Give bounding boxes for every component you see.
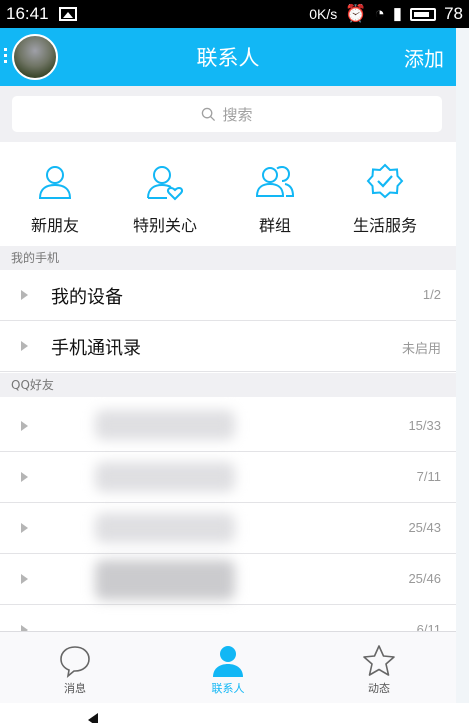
image-notification-icon <box>58 7 77 21</box>
quick-label: 群组 <box>258 216 291 235</box>
back-icon[interactable] <box>88 713 98 723</box>
tab-contacts[interactable]: 联系人 <box>153 632 303 704</box>
side-scroll-area <box>456 28 469 703</box>
battery-level: 78 <box>444 4 463 23</box>
signal-icon: ▮ <box>392 4 403 23</box>
page-title: 联系人 <box>196 46 260 70</box>
quick-actions: 新朋友 特别关心 群组 生活服务 <box>0 142 456 246</box>
quick-life-service[interactable]: 生活服务 <box>330 142 440 246</box>
expand-arrow-icon <box>21 341 28 351</box>
add-button[interactable]: 添加 <box>404 43 444 72</box>
quick-new-friend[interactable]: 新朋友 <box>0 142 110 246</box>
quick-label: 新朋友 <box>30 216 79 235</box>
system-nav-bar <box>0 703 469 723</box>
quick-special-care[interactable]: 特别关心 <box>110 142 220 246</box>
status-time: 16:41 <box>6 4 49 23</box>
search-input[interactable]: 搜索 <box>12 96 442 132</box>
app-header: 联系人 添加 <box>0 28 456 86</box>
redacted-name <box>95 513 235 543</box>
quick-label: 特别关心 <box>132 216 197 235</box>
status-bar: 16:41 0K/s ⏰ ◔ ▮ 78 <box>0 0 469 28</box>
expand-arrow-icon <box>21 574 28 584</box>
group-count: 7/11 <box>416 469 441 484</box>
star-icon <box>363 645 395 676</box>
battery-icon <box>410 7 437 21</box>
expand-arrow-icon <box>21 472 28 482</box>
quick-label: 生活服务 <box>352 216 417 235</box>
redacted-name <box>95 410 235 440</box>
search-icon <box>202 107 216 121</box>
group-name: 手机通讯录 <box>51 338 141 359</box>
contacts-icon <box>213 646 243 677</box>
tab-messages[interactable]: 消息 <box>0 632 150 704</box>
wifi-icon: ◔ <box>374 4 385 23</box>
message-icon <box>60 646 90 678</box>
section-header-qq-friends: QQ好友 <box>0 373 456 397</box>
status-indicators: 0K/s ⏰ ◔ ▮ 78 <box>309 4 463 24</box>
network-speed: 0K/s <box>309 6 338 22</box>
search-area: 搜索 <box>0 86 456 142</box>
tab-label: 消息 <box>64 682 86 695</box>
group-count: 1/2 <box>422 287 441 302</box>
alarm-icon: ⏰ <box>345 4 367 23</box>
bottom-tab-bar: 消息 联系人 动态 <box>0 631 456 703</box>
group-count: 25/43 <box>408 520 441 535</box>
life-service-icon <box>366 163 404 199</box>
drawer-indicator-icon <box>4 48 7 64</box>
group-row-phone-contacts[interactable]: 手机通讯录 未启用 <box>0 321 456 372</box>
tab-feeds[interactable]: 动态 <box>304 632 454 704</box>
section-header-my-phone: 我的手机 <box>0 246 456 270</box>
group-count: 15/33 <box>408 418 441 433</box>
avatar[interactable] <box>12 34 58 80</box>
redacted-name <box>95 560 235 600</box>
tab-label: 动态 <box>368 682 390 695</box>
group-row-my-devices[interactable]: 我的设备 1/2 <box>0 270 456 321</box>
group-icon <box>255 165 295 197</box>
group-count: 未启用 <box>401 341 441 356</box>
quick-group[interactable]: 群组 <box>220 142 330 246</box>
expand-arrow-icon <box>21 523 28 533</box>
group-count: 25/46 <box>408 571 441 586</box>
redacted-name <box>95 462 235 492</box>
new-friend-icon <box>38 166 72 199</box>
group-name: 我的设备 <box>51 287 123 308</box>
expand-arrow-icon <box>21 290 28 300</box>
search-placeholder: 搜索 <box>222 105 253 124</box>
tab-label: 联系人 <box>211 682 245 695</box>
special-care-icon <box>147 166 184 201</box>
expand-arrow-icon <box>21 421 28 431</box>
